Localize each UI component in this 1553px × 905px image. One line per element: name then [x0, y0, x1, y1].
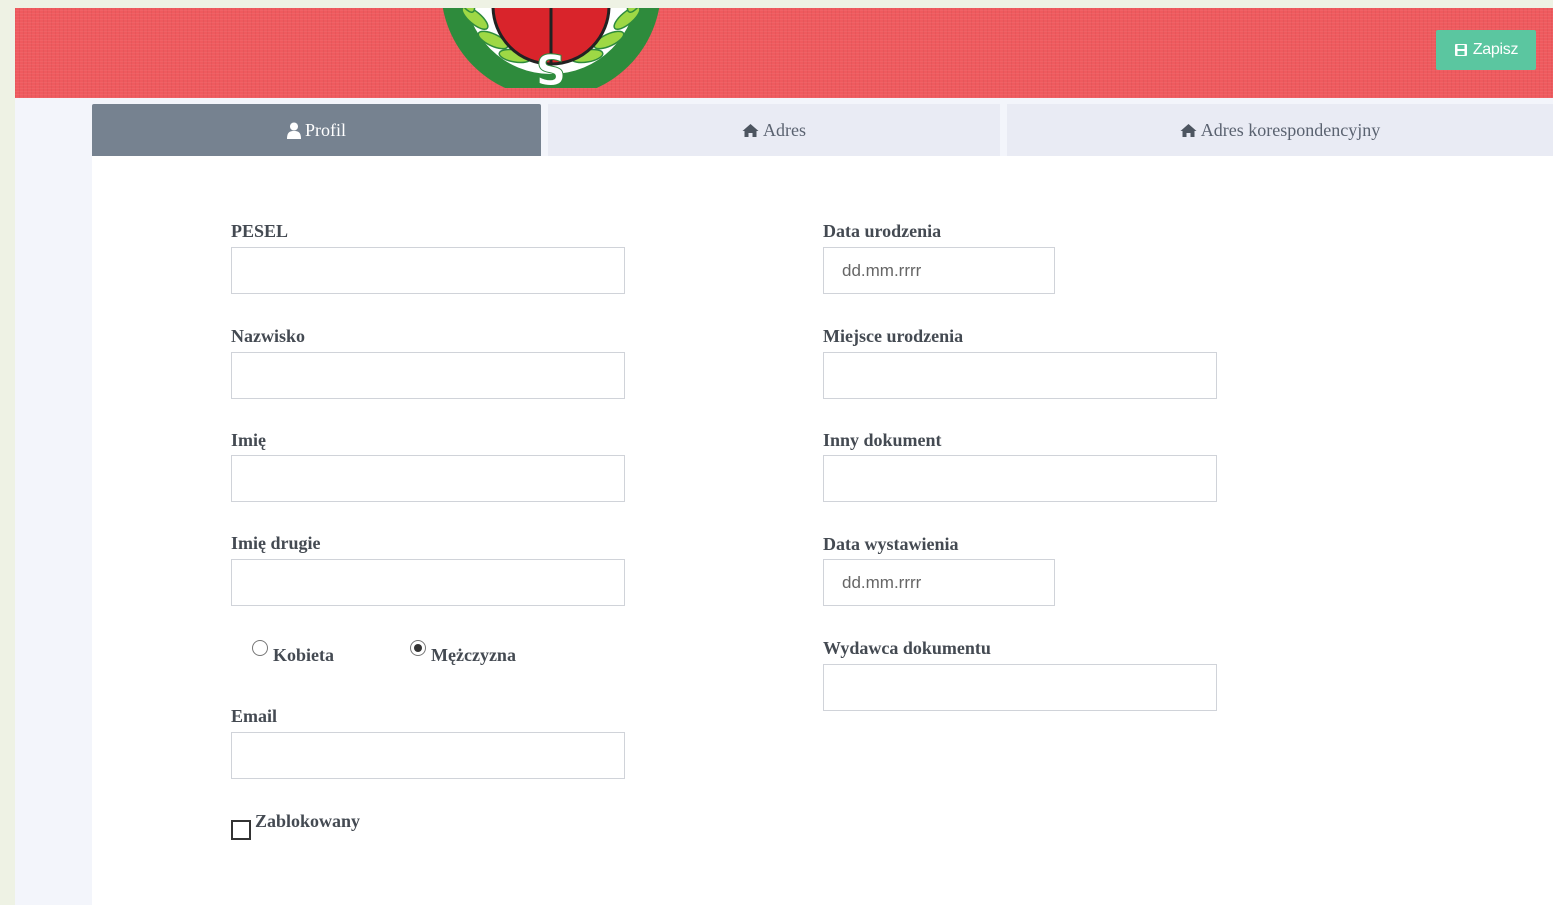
wydawca-dokumentu-label: Wydawca dokumentu	[823, 638, 991, 658]
radio-mezczyzna-circle[interactable]	[410, 640, 426, 656]
club-logo: S	[442, 8, 660, 88]
pesel-label: PESEL	[231, 221, 289, 241]
zablokowany-checkbox-box[interactable]	[231, 820, 251, 840]
imie-drugie-label: Imię drugie	[231, 533, 321, 553]
tab-profil-label: Profil	[304, 119, 346, 140]
radio-mezczyzna[interactable]: Mężczyzna	[410, 638, 516, 666]
data-urodzenia-input[interactable]	[823, 247, 1055, 294]
tab-adres-korespondencyjny[interactable]: Adres korespondencyjny	[1007, 104, 1553, 156]
data-urodzenia-label: Data urodzenia	[823, 221, 942, 241]
app-frame: S Zapisz Profil Adres Adres korespondenc…	[15, 8, 1553, 905]
header-bar: S Zapisz	[15, 8, 1553, 98]
pesel-input[interactable]	[231, 247, 625, 294]
data-wystawienia-input[interactable]	[823, 559, 1055, 606]
radio-kobieta-label: Kobieta	[273, 645, 334, 665]
nazwisko-input[interactable]	[231, 352, 625, 399]
inny-dokument-input[interactable]	[823, 455, 1217, 502]
radio-kobieta[interactable]: Kobieta	[252, 638, 334, 666]
tab-adres[interactable]: Adres	[548, 104, 1000, 156]
radio-mezczyzna-label: Mężczyzna	[431, 645, 516, 665]
profile-form: PESEL Nazwisko Imię Imię drugie Kobieta …	[92, 156, 1553, 905]
email-label: Email	[231, 706, 278, 726]
wydawca-dokumentu-input[interactable]	[823, 664, 1217, 711]
tab-adres-korespondencyjny-label: Adres korespondencyjny	[1200, 119, 1381, 140]
data-wystawienia-label: Data wystawienia	[823, 534, 959, 554]
tab-bar: Profil Adres Adres korespondencyjny	[92, 104, 1553, 156]
save-button-label: Zapisz	[1472, 41, 1519, 58]
home-icon	[1180, 123, 1197, 138]
inny-dokument-label: Inny dokument	[823, 430, 942, 450]
imie-drugie-input[interactable]	[231, 559, 625, 606]
imie-label: Imię	[231, 430, 266, 450]
logo-letter: S	[536, 46, 566, 88]
tab-profil[interactable]: Profil	[92, 104, 541, 156]
miejsce-urodzenia-label: Miejsce urodzenia	[823, 326, 964, 346]
user-icon	[286, 122, 301, 139]
miejsce-urodzenia-input[interactable]	[823, 352, 1217, 399]
nazwisko-label: Nazwisko	[231, 326, 306, 346]
radio-kobieta-circle[interactable]	[252, 640, 268, 656]
zablokowany-checkbox[interactable]: Zablokowany	[231, 811, 360, 840]
imie-input[interactable]	[231, 455, 625, 502]
save-button[interactable]: Zapisz	[1436, 30, 1536, 70]
tab-adres-label: Adres	[763, 119, 806, 140]
email-input[interactable]	[231, 732, 625, 779]
zablokowany-label: Zablokowany	[255, 811, 361, 831]
floppy-disk-icon	[1454, 43, 1468, 57]
home-icon	[742, 123, 759, 138]
